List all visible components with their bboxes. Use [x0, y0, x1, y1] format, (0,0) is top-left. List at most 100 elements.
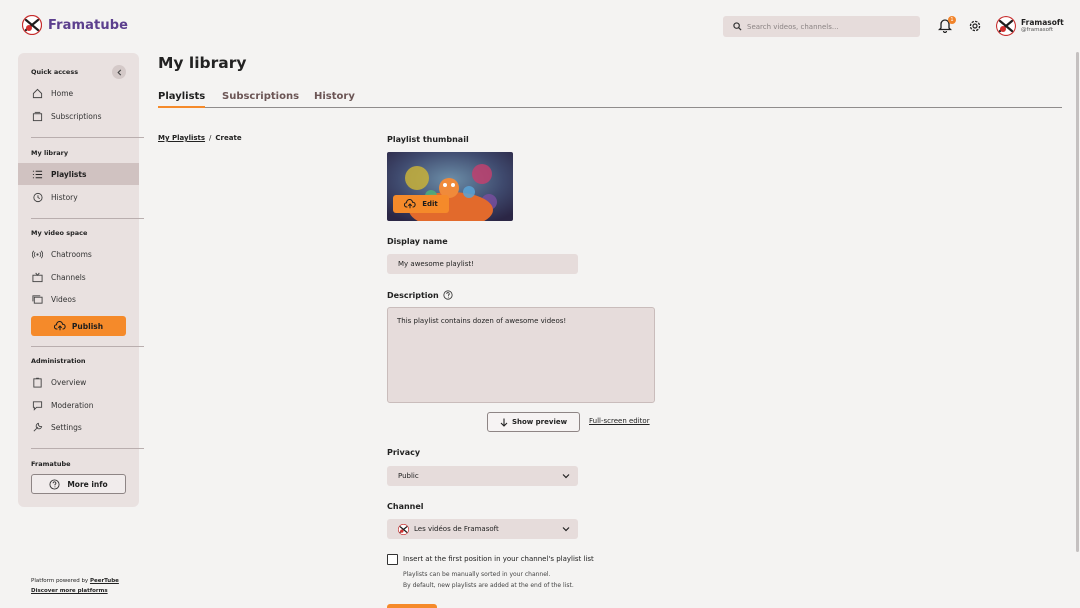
- avatar: [996, 16, 1016, 36]
- brand-name: Framatube: [48, 17, 129, 33]
- privacy-select[interactable]: Public: [387, 466, 578, 486]
- sidebar-item-label: Settings: [51, 422, 82, 432]
- home-icon: [32, 88, 43, 98]
- search-input[interactable]: [747, 22, 907, 31]
- channel-label: Channel: [387, 502, 424, 511]
- fullscreen-editor-link[interactable]: Full-screen editor: [589, 417, 650, 425]
- wrench-icon: [33, 422, 43, 431]
- upload-cloud-icon: [404, 199, 416, 209]
- sidebar-item-label: Playlists: [51, 169, 87, 179]
- top-bar: Framatube 1 Framasoft @framasoft: [0, 0, 1080, 52]
- sidebar-item-home[interactable]: Home: [18, 82, 139, 104]
- insert-first-label: Insert at the first position in your cha…: [403, 555, 594, 563]
- tab-subscriptions[interactable]: Subscriptions: [222, 91, 299, 108]
- sidebar-item-label: Subscriptions: [51, 111, 102, 121]
- sidebar-item-label: Home: [51, 88, 74, 98]
- channel-select[interactable]: Les vidéos de Framasoft: [387, 519, 578, 539]
- chevron-down-icon: [562, 527, 570, 532]
- insert-help-line: By default, new playlists are added at t…: [403, 582, 574, 589]
- display-name-value: My awesome playlist!: [398, 260, 474, 268]
- library-tabs: Playlists Subscriptions History: [158, 91, 1062, 108]
- show-preview-label: Show preview: [511, 418, 568, 426]
- sidebar-item-history[interactable]: History: [18, 186, 139, 208]
- tv-icon: [32, 272, 43, 282]
- privacy-label: Privacy: [387, 448, 421, 457]
- collapse-sidebar-button[interactable]: [112, 65, 126, 79]
- sidebar-item-label: Overview: [51, 377, 87, 387]
- description-textarea[interactable]: This playlist contains dozen of awesome …: [387, 307, 655, 403]
- playlist-thumbnail: Edit: [387, 152, 513, 221]
- upload-cloud-icon: [53, 321, 66, 331]
- breadcrumb: My Playlists / Create: [158, 134, 242, 142]
- chevron-left-icon: [116, 68, 121, 76]
- discover-platforms-link[interactable]: Discover more platforms: [31, 588, 108, 594]
- breadcrumb-current: Create: [215, 134, 242, 142]
- sidebar-section-my-library: My library: [31, 149, 69, 157]
- message-square-icon: [32, 400, 43, 411]
- insert-first-help: Playlists can be manually sorted in your…: [403, 569, 574, 591]
- breadcrumb-my-playlists[interactable]: My Playlists: [158, 134, 205, 142]
- thumbnail-label: Playlist thumbnail: [387, 135, 469, 144]
- help-circle-icon: [49, 478, 60, 490]
- sidebar-item-label: Chatrooms: [51, 249, 92, 259]
- sidebar: Quick access Home Subscriptions My libra…: [18, 53, 144, 507]
- sidebar-item-overview[interactable]: Overview: [18, 371, 139, 393]
- sidebar-item-label: History: [51, 192, 78, 202]
- display-name-label: Display name: [387, 237, 448, 246]
- peertube-link[interactable]: PeerTube: [90, 578, 119, 584]
- insert-help-line: Playlists can be manually sorted in your…: [403, 571, 551, 578]
- sidebar-item-label: Moderation: [51, 400, 94, 410]
- edit-thumbnail-button[interactable]: Edit: [393, 195, 449, 213]
- insert-first-checkbox[interactable]: [387, 554, 398, 565]
- page-title: My library: [158, 54, 247, 72]
- channel-value: Les vidéos de Framasoft: [414, 525, 499, 533]
- platform-footer: Platform powered by PeerTube Discover mo…: [31, 576, 119, 596]
- clipboard-icon: [33, 377, 42, 388]
- search-bar[interactable]: [723, 16, 920, 37]
- sidebar-item-channels[interactable]: Channels: [18, 266, 139, 288]
- sidebar-divider: [31, 137, 144, 138]
- sidebar-item-chatrooms[interactable]: Chatrooms: [18, 243, 139, 265]
- sidebar-item-playlists[interactable]: Playlists: [18, 163, 139, 185]
- sidebar-section-instance: Framatube: [31, 460, 71, 468]
- user-handle: @framasoft: [1021, 27, 1054, 33]
- user-name: Framasoft: [1021, 18, 1064, 27]
- sidebar-divider: [31, 448, 144, 449]
- gear-icon: [969, 20, 981, 32]
- footer-powered-text: Platform powered by: [31, 578, 90, 584]
- sidebar-item-moderation[interactable]: Moderation: [18, 394, 139, 416]
- privacy-value: Public: [398, 472, 419, 480]
- sidebar-item-videos[interactable]: Videos: [18, 288, 139, 310]
- user-menu[interactable]: Framasoft @framasoft: [996, 16, 1064, 36]
- sidebar-section-quick-access: Quick access: [31, 68, 79, 76]
- framatube-logo-icon: [22, 15, 42, 35]
- create-button[interactable]: [387, 604, 437, 608]
- sidebar-section-video-space: My video space: [31, 229, 88, 237]
- show-preview-button[interactable]: Show preview: [487, 412, 580, 432]
- sidebar-item-subscriptions[interactable]: Subscriptions: [18, 105, 139, 127]
- tab-playlists[interactable]: Playlists: [158, 91, 206, 108]
- broadcast-icon: [32, 250, 43, 258]
- more-info-button[interactable]: More info: [31, 474, 126, 494]
- chevron-down-icon: [562, 474, 570, 479]
- description-label: Description: [387, 290, 439, 300]
- display-name-field[interactable]: My awesome playlist!: [387, 254, 578, 274]
- search-icon: [733, 22, 742, 31]
- publish-button[interactable]: Publish: [31, 316, 126, 336]
- sidebar-item-settings[interactable]: Settings: [18, 416, 139, 438]
- sidebar-section-administration: Administration: [31, 357, 86, 365]
- page-scrollbar[interactable]: [1076, 52, 1079, 552]
- tab-history[interactable]: History: [314, 91, 355, 108]
- history-icon: [33, 192, 43, 202]
- sidebar-divider: [31, 218, 144, 219]
- help-circle-icon[interactable]: [443, 290, 453, 300]
- notifications-button[interactable]: 1: [937, 16, 956, 34]
- notification-badge: 1: [948, 16, 956, 24]
- sidebar-item-label: Videos: [51, 294, 76, 304]
- publish-label: Publish: [71, 321, 104, 331]
- more-info-label: More info: [67, 479, 108, 489]
- arrow-down-icon: [500, 418, 508, 427]
- settings-button[interactable]: [968, 18, 984, 34]
- brand-logo[interactable]: Framatube: [22, 15, 128, 35]
- channel-avatar: [398, 523, 409, 535]
